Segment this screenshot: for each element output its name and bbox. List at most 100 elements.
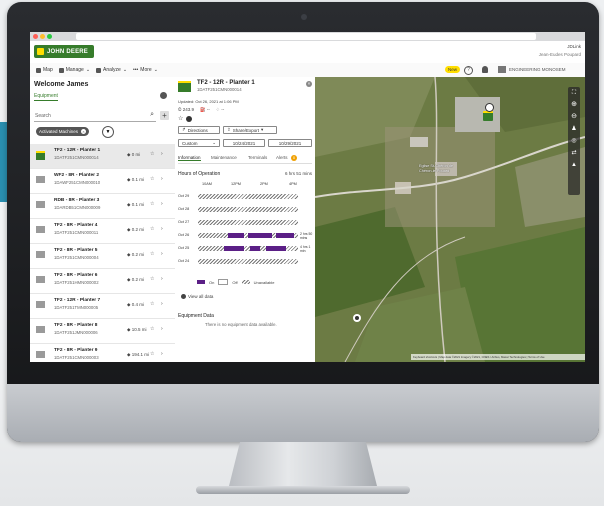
machine-list-item[interactable]: RDB - 8R - Planter 3 1DARDB51CMN000009 ◆ 0…	[30, 194, 175, 219]
search-input[interactable]: Search ⌕	[34, 110, 156, 122]
date-range-select[interactable]: Custom ⌄	[178, 139, 220, 147]
chevron-right-icon[interactable]: ›	[161, 176, 163, 182]
chevron-down-icon: ⌄	[153, 67, 158, 73]
search-icon[interactable]: ⌕	[150, 111, 154, 119]
machine-list-item[interactable]: TF2 - 12R - Planter 7 1DATF251TMN000005 ◆ …	[30, 294, 175, 319]
favorite-star-icon[interactable]: ☆	[150, 151, 154, 157]
on-bar[interactable]	[276, 233, 294, 238]
chevron-right-icon[interactable]: ›	[161, 326, 163, 332]
address-bar[interactable]	[76, 33, 536, 40]
layers-icon[interactable]: ⇄	[568, 147, 580, 159]
minimize-window-icon[interactable]	[40, 34, 45, 39]
close-icon[interactable]: ×	[306, 81, 312, 87]
chevron-right-icon[interactable]: ›	[161, 301, 163, 307]
settings-gear-icon[interactable]	[160, 92, 167, 99]
detail-tabs: Information Maintenance Terminals Alerts…	[178, 155, 312, 164]
machine-id: 1DATF251CMN000003	[54, 355, 99, 360]
satellite-map[interactable]: Eglise St-Chéron de Chéron-le-Pouard ⛶ ⊕…	[315, 77, 585, 362]
zoom-out-icon[interactable]: ⊖	[568, 111, 580, 123]
on-bar[interactable]	[224, 246, 244, 251]
machine-name: TF2 - 8R - Planter 8	[54, 323, 98, 328]
selected-machine-marker-icon[interactable]	[483, 111, 493, 121]
chevron-right-icon[interactable]: ›	[161, 251, 163, 257]
tab-terminals[interactable]: Terminals	[248, 155, 267, 160]
new-badge[interactable]: New	[445, 66, 461, 73]
view-all-data-link[interactable]: View all data	[181, 294, 213, 299]
favorite-star-icon[interactable]: ☆	[150, 301, 154, 307]
organization-name[interactable]: ENGINEERING MONOSEM	[509, 67, 566, 72]
machine-list-item[interactable]: WF2 - 8R - Planter 2 1DAWF251CMN000010 ◆ 0…	[30, 169, 175, 194]
day-label: Oct 26	[178, 233, 190, 237]
favorite-star-icon[interactable]: ☆	[178, 115, 183, 122]
date-to-field[interactable]: 10/29/2021	[268, 139, 312, 147]
on-bar[interactable]	[250, 246, 260, 251]
machine-name: TF2 - 12R - Planter 7	[54, 298, 101, 303]
notification-bell-icon[interactable]	[482, 66, 488, 73]
street-view-icon[interactable]: ♟	[568, 123, 580, 135]
filter-icon[interactable]: ▼	[102, 126, 114, 138]
date-from-field[interactable]: 10/24/2021	[223, 139, 265, 147]
hour-meter: ⏲ 243.9	[178, 107, 195, 112]
alerts-count-badge: 0	[291, 155, 297, 161]
machine-distance: ◆ 0.2 mi	[127, 227, 144, 232]
favorite-star-icon[interactable]: ☆	[150, 326, 154, 332]
machine-list-item[interactable]: TF2 - 8R - Planter 4 1DATF251CMN000011 ◆ 0…	[30, 219, 175, 244]
machine-distance: ◆ 0.4 mi	[127, 302, 144, 307]
john-deere-logo[interactable]: John Deere	[34, 45, 94, 58]
on-bar[interactable]	[248, 233, 272, 238]
chevron-right-icon[interactable]: ›	[161, 151, 163, 157]
machine-list-item[interactable]: TF2 - 8R - Planter 9 1DATF251CMN000003 ◆ 1…	[30, 344, 175, 362]
machine-id: 1DATF251CMN000014	[54, 155, 99, 160]
zoom-in-icon[interactable]: ⊕	[568, 99, 580, 111]
fullscreen-icon[interactable]: ⛶	[568, 87, 580, 99]
machine-list-item[interactable]: TF2 - 8R - Planter 8 1DATF251JMN000006 ◆ 1…	[30, 319, 175, 344]
map-attribution[interactable]: Keyboard shortcuts | Map data ©2021 Imag…	[411, 354, 585, 360]
favorite-star-icon[interactable]: ☆	[150, 201, 154, 207]
machine-name: TF2 - 12R - Planter 1	[54, 148, 101, 153]
user-name[interactable]: Jean-Eudes Poupard	[539, 52, 581, 57]
close-window-icon[interactable]	[33, 34, 38, 39]
machine-list-item[interactable]: TF2 - 8R - Planter 5 1DATF251CMN000004 ◆ 0…	[30, 244, 175, 269]
add-equipment-button[interactable]: +	[160, 111, 169, 120]
directions-button[interactable]: ↱ Directions	[178, 126, 220, 134]
chevron-right-icon[interactable]: ›	[161, 226, 163, 232]
chevron-right-icon[interactable]: ›	[161, 276, 163, 282]
chevron-right-icon[interactable]: ›	[161, 351, 163, 357]
favorite-star-icon[interactable]: ☆	[150, 226, 154, 232]
machine-list-item[interactable]: TF2 - 8R - Planter 6 1DATF251HMN000002 ◆ 0…	[30, 269, 175, 294]
tab-information[interactable]: Information	[178, 155, 201, 161]
chevron-down-icon: ⌄	[212, 140, 216, 145]
alert-bell-icon[interactable]: ▲	[568, 159, 580, 171]
on-bar[interactable]	[228, 233, 244, 238]
edit-icon[interactable]	[186, 116, 192, 122]
favorite-star-icon[interactable]: ☆	[150, 176, 154, 182]
nav-manage[interactable]: Manage ⌄	[58, 67, 90, 73]
favorite-star-icon[interactable]: ☆	[150, 351, 154, 357]
tab-maintenance[interactable]: Maintenance	[211, 155, 237, 160]
remove-filter-icon[interactable]: ×	[81, 129, 87, 134]
nav-analyze[interactable]: Analyze ⌄	[96, 67, 127, 73]
equipment-data-title: Equipment Data	[178, 313, 214, 319]
machine-id: 1DATF251CMN000011	[54, 230, 99, 235]
tab-equipment[interactable]: Equipment	[34, 93, 58, 101]
share-export-button[interactable]: ⇪ Share/Export ▾	[223, 126, 277, 134]
favorite-star-icon[interactable]: ☆	[150, 251, 154, 257]
nav-more[interactable]: ••• More ⌄	[133, 67, 158, 73]
favorite-star-icon[interactable]: ☆	[150, 276, 154, 282]
chevron-right-icon[interactable]: ›	[161, 201, 163, 207]
activated-machines-chip[interactable]: Activated Machines ×	[36, 127, 90, 136]
manage-icon	[58, 67, 64, 73]
organization-icon	[498, 66, 506, 73]
machine-location-pin-icon[interactable]	[485, 103, 494, 112]
my-location-icon[interactable]: ◎	[568, 135, 580, 147]
equipment-panel: Welcome James Equipment Search ⌕ + Activ…	[30, 77, 176, 362]
machine-distance: ◆ 0.2 mi	[127, 277, 144, 282]
help-icon[interactable]: ?	[464, 66, 473, 75]
maximize-window-icon[interactable]	[47, 34, 52, 39]
map-place-label: Eglise St-Chéron de Chéron-le-Pouard	[419, 164, 453, 173]
on-bar[interactable]	[266, 246, 286, 251]
day-label: Oct 29	[178, 194, 190, 198]
nav-map[interactable]: Map	[36, 67, 53, 73]
tab-alerts[interactable]: Alerts	[276, 155, 288, 160]
machine-list-item[interactable]: TF2 - 12R - Planter 1 1DATF251CMN000014 ◆ …	[30, 144, 175, 169]
